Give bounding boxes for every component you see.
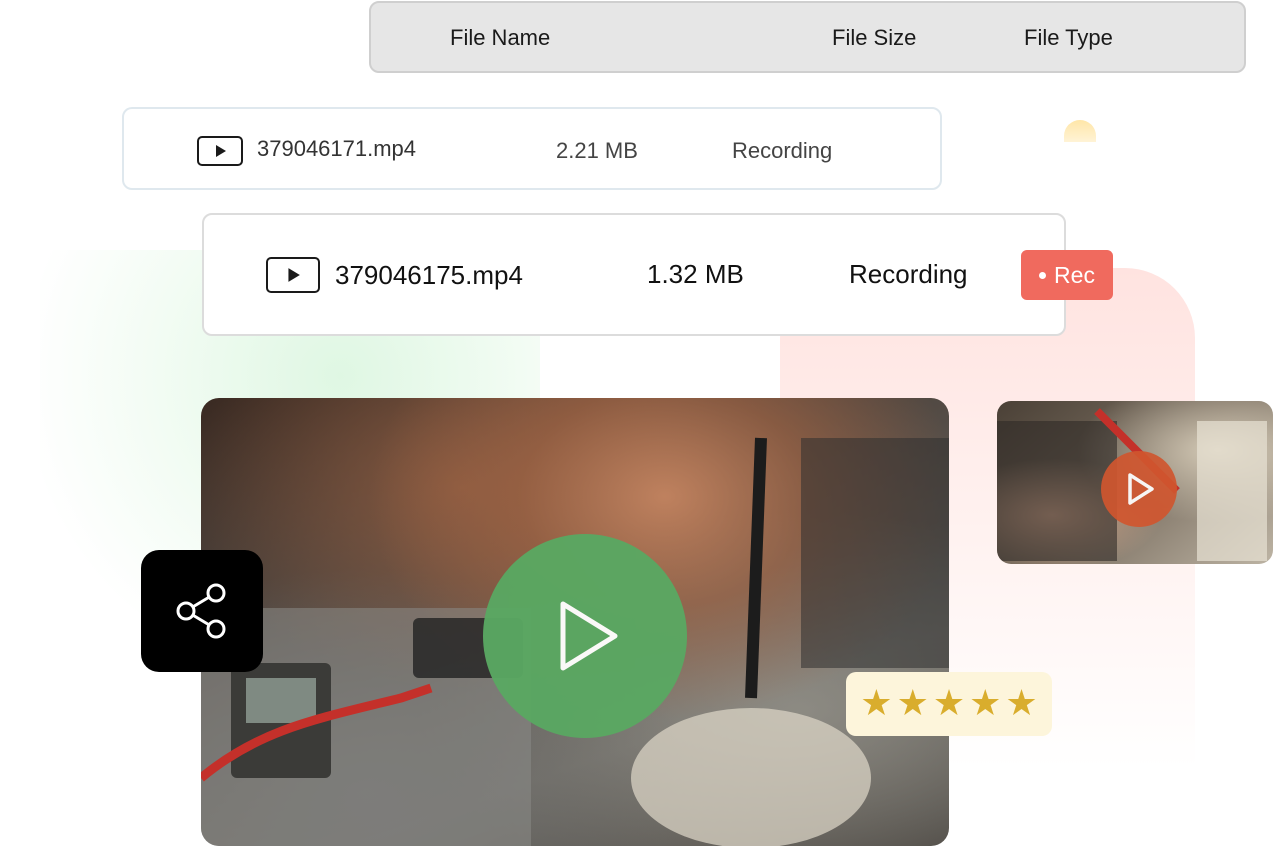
rec-badge-label: Rec <box>1054 261 1095 288</box>
table-row[interactable]: 379046171.mp4 2.21 MB Recording <box>122 107 942 190</box>
file-name[interactable]: 379046171.mp4 <box>257 136 416 162</box>
star-icon: ★ <box>969 683 1002 724</box>
column-header-file-name[interactable]: File Name <box>450 25 550 51</box>
file-size: 1.32 MB <box>647 259 744 289</box>
star-icon: ★ <box>896 683 929 724</box>
star-icon: ★ <box>932 683 966 724</box>
table-row[interactable]: 379046175.mp4 1.32 MB Recording <box>202 213 1066 336</box>
play-icon <box>560 601 618 671</box>
share-icon <box>176 583 226 639</box>
file-type: Recording <box>732 138 833 163</box>
video-file-icon <box>266 257 320 293</box>
file-size: 2.21 MB <box>556 138 638 163</box>
star-icon: ★ <box>860 683 893 724</box>
secondary-play-button[interactable] <box>1101 451 1177 527</box>
video-file-icon <box>197 136 243 166</box>
column-header-file-size[interactable]: File Size <box>832 25 916 51</box>
rec-badge: Rec <box>1021 250 1113 300</box>
table-header: File Name File Size File Type <box>369 1 1246 73</box>
decorative-shape <box>1064 120 1096 142</box>
recording-dot-icon <box>1039 271 1047 279</box>
share-button[interactable] <box>141 550 263 672</box>
star-icon: ★ <box>1005 683 1038 724</box>
play-button[interactable] <box>483 534 687 738</box>
column-header-file-type[interactable]: File Type <box>1024 25 1113 51</box>
file-type: Recording <box>849 259 968 289</box>
rating-card: ★ ★ ★ ★ ★ <box>846 672 1052 736</box>
play-icon <box>1128 473 1154 505</box>
file-name[interactable]: 379046175.mp4 <box>335 260 523 291</box>
